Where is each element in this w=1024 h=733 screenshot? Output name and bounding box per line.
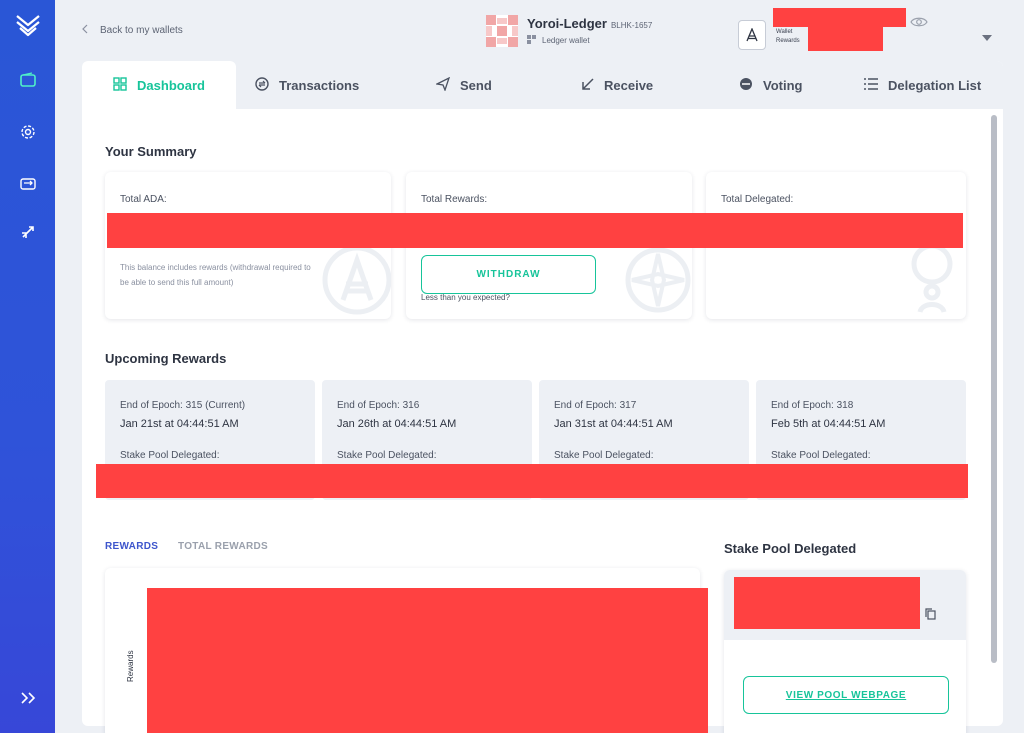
redacted-pool-names	[96, 464, 968, 498]
epoch-pool-label: Stake Pool Delegated:	[554, 450, 654, 461]
tab-voting[interactable]: Voting	[739, 61, 802, 109]
transfer-icon[interactable]	[0, 172, 55, 196]
tab-send-label: Send	[460, 77, 492, 93]
redacted-rewards	[808, 27, 883, 51]
ledger-icon	[527, 35, 536, 46]
total-ada-label: Total ADA:	[120, 194, 167, 205]
expand-sidebar-icon[interactable]	[0, 686, 55, 710]
tab-delegation-list-label: Delegation List	[888, 77, 982, 93]
wallet-nav-icon[interactable]	[0, 68, 55, 92]
wallet-code: BLHK-1657	[610, 21, 653, 30]
back-to-wallets-link[interactable]: Back to my wallets	[82, 24, 183, 37]
wallet-avatar	[486, 15, 518, 47]
ada-symbol-icon	[738, 20, 766, 50]
redacted-summary-values	[107, 213, 963, 248]
wallet-balance-label: Wallet	[776, 29, 793, 35]
tab-transactions[interactable]: Transactions	[255, 61, 359, 109]
total-ada-note: This balance includes rewards (withdrawa…	[120, 263, 311, 287]
list-icon	[864, 77, 878, 93]
epoch-pool-label: Stake Pool Delegated:	[337, 450, 437, 461]
epoch-number: End of Epoch: 315 (Current)	[120, 400, 246, 411]
chevron-down-icon[interactable]	[982, 28, 992, 46]
epoch-pool-label: Stake Pool Delegated:	[120, 450, 220, 461]
send-icon	[434, 76, 451, 94]
epoch-date: Feb 5th at 04:44:51 AM	[771, 418, 886, 430]
redacted-balance	[773, 8, 906, 27]
copy-icon[interactable]	[925, 607, 936, 625]
epoch-date: Jan 21st at 04:44:51 AM	[120, 418, 239, 430]
redacted-rewards-chart	[147, 588, 708, 733]
wallet-balance-labels: Wallet Rewards	[776, 28, 800, 46]
transactions-icon	[255, 76, 269, 94]
ada-coin-icon	[317, 240, 391, 319]
yoroi-logo-icon[interactable]	[0, 10, 55, 40]
summary-title: Your Summary	[105, 144, 197, 159]
rewards-axis-label: Rewards	[126, 650, 135, 682]
wallet-name-text: Yoroi-Ledger	[527, 16, 607, 31]
sidebar	[0, 0, 55, 733]
tab-transactions-label: Transactions	[279, 77, 360, 93]
scrollbar[interactable]	[991, 115, 997, 663]
receive-icon	[582, 77, 594, 93]
wallet-type-label: Ledger wallet	[542, 36, 590, 45]
tab-delegation-list[interactable]: Delegation List	[864, 61, 981, 109]
wallet-type: Ledger wallet	[527, 35, 590, 46]
staking-icon[interactable]	[0, 221, 55, 245]
tab-bar: Dashboard Transactions Send Receive Voti…	[82, 61, 1003, 109]
tab-receive-label: Receive	[604, 77, 654, 93]
total-rewards-label: Total Rewards:	[421, 194, 488, 205]
tab-dashboard-label: Dashboard	[137, 77, 205, 93]
compass-icon	[618, 240, 692, 319]
epoch-pool-label: Stake Pool Delegated:	[771, 450, 871, 461]
chevron-left-icon	[82, 24, 88, 37]
settings-icon[interactable]	[0, 120, 55, 144]
epoch-date: Jan 26th at 04:44:51 AM	[337, 418, 457, 430]
tab-send[interactable]: Send	[434, 61, 492, 109]
stake-pool-title: Stake Pool Delegated	[724, 541, 857, 556]
withdraw-button[interactable]: WITHDRAW	[421, 255, 596, 294]
epoch-number: End of Epoch: 317	[554, 400, 637, 411]
back-label: Back to my wallets	[100, 25, 183, 36]
dashboard-icon	[113, 76, 127, 94]
epoch-date: Jan 31st at 04:44:51 AM	[554, 418, 673, 430]
less-than-expected-link[interactable]: Less than you expected?	[421, 293, 510, 302]
epoch-number: End of Epoch: 316	[337, 400, 420, 411]
redacted-pool-name	[734, 577, 920, 629]
total-delegated-label: Total Delegated:	[721, 194, 794, 205]
wallet-rewards-label: Rewards	[776, 38, 800, 44]
tab-rewards[interactable]: REWARDS	[105, 541, 158, 552]
tab-receive[interactable]: Receive	[582, 61, 653, 109]
delegate-person-icon	[892, 240, 966, 319]
voting-icon	[739, 77, 753, 94]
eye-icon[interactable]	[910, 15, 928, 33]
wallet-name: Yoroi-Ledger BLHK-1657	[527, 16, 652, 31]
upcoming-rewards-title: Upcoming Rewards	[105, 351, 227, 366]
view-pool-webpage-button[interactable]: VIEW POOL WEBPAGE	[743, 676, 949, 714]
tab-dashboard[interactable]: Dashboard	[82, 61, 236, 109]
tab-voting-label: Voting	[763, 77, 803, 93]
tab-total-rewards[interactable]: TOTAL REWARDS	[178, 541, 268, 552]
epoch-number: End of Epoch: 318	[771, 400, 854, 411]
